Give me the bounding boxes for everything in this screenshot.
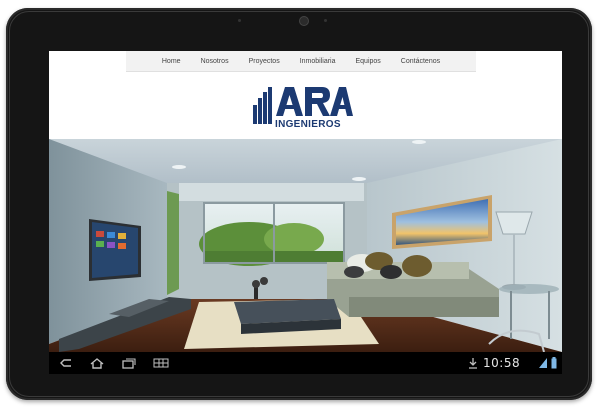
front-camera — [299, 16, 309, 26]
menu-icon[interactable] — [153, 358, 169, 368]
android-system-bar: 10:58 — [49, 352, 562, 374]
nav-contactenos[interactable]: Contáctenos — [401, 58, 440, 65]
ara-ingenieros-logo[interactable]: INGENIEROS — [252, 85, 354, 129]
recent-apps-icon[interactable] — [121, 358, 137, 369]
tablet-screen: Home Nosotros Proyectos Inmobiliaria Equ… — [49, 51, 562, 374]
proximity-sensor — [238, 19, 241, 22]
light-sensor — [324, 19, 327, 22]
wifi-icon — [539, 358, 547, 368]
back-icon[interactable] — [59, 358, 73, 368]
nav-home[interactable]: Home — [162, 58, 181, 65]
logo-subtitle: INGENIEROS — [275, 119, 341, 129]
nav-proyectos[interactable]: Proyectos — [249, 58, 280, 65]
nav-inmobiliaria[interactable]: Inmobiliaria — [300, 58, 336, 65]
download-icon — [469, 358, 477, 369]
nav-equipos[interactable]: Equipos — [356, 58, 381, 65]
hero-image — [49, 139, 562, 352]
site-header: Home Nosotros Proyectos Inmobiliaria Equ… — [49, 51, 562, 139]
nav-nosotros[interactable]: Nosotros — [201, 58, 229, 65]
battery-icon — [551, 357, 557, 369]
tablet-frame: Home Nosotros Proyectos Inmobiliaria Equ… — [6, 8, 592, 400]
home-icon[interactable] — [89, 357, 105, 369]
main-nav: Home Nosotros Proyectos Inmobiliaria Equ… — [126, 51, 476, 72]
status-clock: 10:58 — [483, 356, 521, 370]
